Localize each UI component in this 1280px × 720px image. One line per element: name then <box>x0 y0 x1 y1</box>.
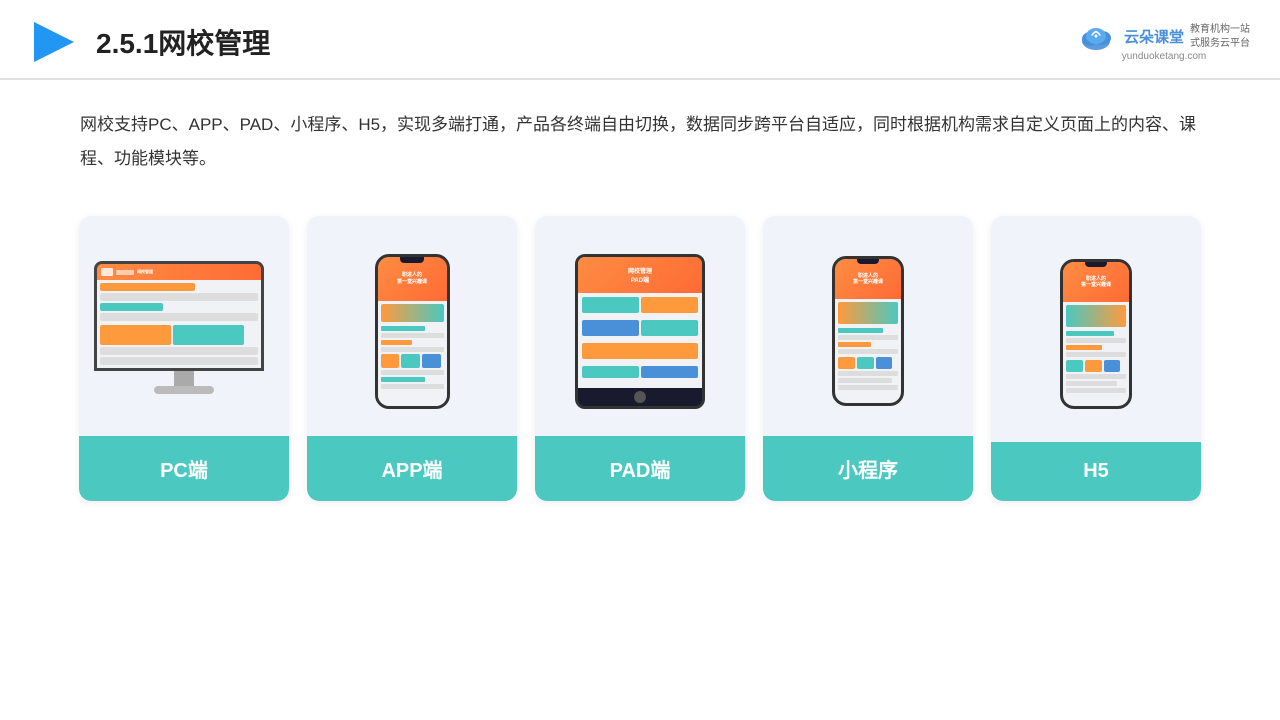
h5-phone: 职进人的第一堂兴趣课 <box>1060 259 1132 409</box>
card-miniprogram-image: 职进人的第一堂兴趣课 <box>763 216 973 436</box>
card-pad-label: PAD端 <box>535 436 745 501</box>
h5-notch <box>1085 262 1107 267</box>
app-phone-notch <box>400 257 424 263</box>
card-pc-label: PC端 <box>79 436 289 501</box>
monitor-screen: 网校管理 <box>97 264 261 368</box>
pad-tablet-mockup: 网校管理PAD端 <box>575 254 705 409</box>
card-h5-label: H5 <box>991 442 1201 501</box>
app-phone-mockup: 职进人的第一堂兴趣课 <box>375 254 450 409</box>
logo-cloud: 云朵课堂 教育机构一站 式服务云平台 <box>1078 23 1250 51</box>
card-h5-image: 职进人的第一堂兴趣课 <box>991 216 1201 442</box>
card-app-image: 职进人的第一堂兴趣课 <box>307 216 517 436</box>
play-icon <box>30 18 78 66</box>
logo-cloud-icon <box>1078 23 1118 51</box>
logo-brand-name: 云朵课堂 <box>1124 26 1184 47</box>
header: 2.5.1网校管理 云朵课堂 教育机构一站 式服务云平台 <box>0 0 1280 80</box>
miniprogram-screen: 职进人的第一堂兴趣课 <box>835 259 901 403</box>
pad-tablet-screen: 网校管理PAD端 <box>578 257 702 388</box>
logo-url: yunduoketang.com <box>1122 51 1207 62</box>
tagline-line2: 式服务云平台 <box>1190 38 1250 49</box>
logo-area: 云朵课堂 教育机构一站 式服务云平台 yunduoketang.com <box>1078 23 1250 62</box>
card-app-label: APP端 <box>307 436 517 501</box>
card-miniprogram: 职进人的第一堂兴趣课 <box>763 216 973 501</box>
miniprogram-phone: 职进人的第一堂兴趣课 <box>832 256 904 406</box>
description-text: 网校支持PC、APP、PAD、小程序、H5，实现多端打通，产品各终端自由切换，数… <box>0 80 1280 186</box>
cards-container: 网校管理 <box>0 186 1280 531</box>
monitor-body: 网校管理 <box>94 261 264 371</box>
card-app: 职进人的第一堂兴趣课 <box>307 216 517 501</box>
card-pad: 网校管理PAD端 PAD端 <box>535 216 745 501</box>
pc-monitor: 网校管理 <box>94 261 274 401</box>
page-title: 2.5.1网校管理 <box>96 22 270 62</box>
logo-tagline: 教育机构一站 式服务云平台 <box>1190 23 1250 51</box>
tablet-home-button <box>634 391 646 403</box>
card-miniprogram-label: 小程序 <box>763 436 973 501</box>
card-h5: 职进人的第一堂兴趣课 <box>991 216 1201 501</box>
logo-tagline-group: 教育机构一站 式服务云平台 <box>1190 23 1250 51</box>
card-pad-image: 网校管理PAD端 <box>535 216 745 436</box>
card-pc-image: 网校管理 <box>79 216 289 436</box>
monitor-base <box>154 386 214 394</box>
tagline-line1: 教育机构一站 <box>1190 24 1250 35</box>
card-pc: 网校管理 <box>79 216 289 501</box>
logo-text-group: 云朵课堂 <box>1124 26 1184 47</box>
miniprogram-notch <box>857 259 879 264</box>
monitor-neck <box>174 371 194 386</box>
h5-screen: 职进人的第一堂兴趣课 <box>1063 262 1129 406</box>
app-phone-screen: 职进人的第一堂兴趣课 <box>378 257 447 406</box>
header-left: 2.5.1网校管理 <box>30 18 270 66</box>
